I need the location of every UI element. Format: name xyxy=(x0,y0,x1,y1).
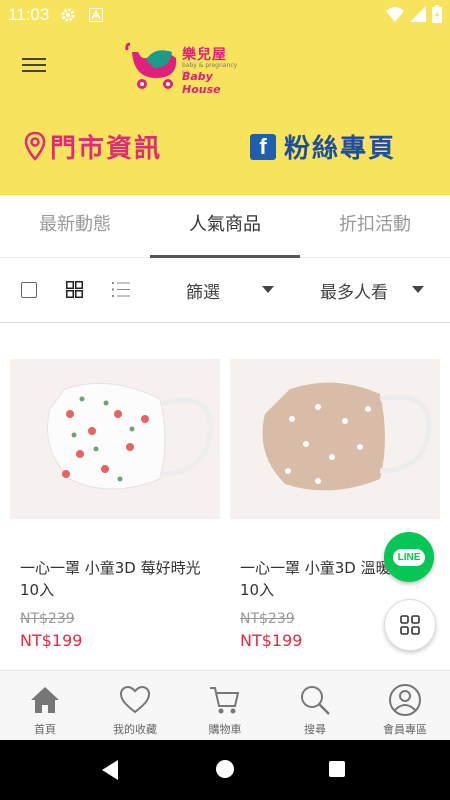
tab-latest-news[interactable]: 最新動態 xyxy=(0,195,150,257)
logo[interactable]: 樂兒屋 baby & pregnancy co. Baby House xyxy=(124,38,244,96)
nav-favorites-label: 我的收藏 xyxy=(113,723,157,736)
nav-member-label: 會員專區 xyxy=(383,723,427,736)
filter-label: 篩選 xyxy=(186,283,220,303)
settings-gear-icon xyxy=(59,6,77,24)
facebook-icon: f xyxy=(250,133,276,160)
nav-home-label: 首頁 xyxy=(34,723,56,736)
header: 樂兒屋 baby & pregnancy co. Baby House 門市資訊… xyxy=(0,30,450,195)
nav-cart-label: 購物車 xyxy=(208,723,242,736)
product-title: 一心一罩 小童3D 莓好時光 10入 xyxy=(20,559,201,599)
logo-english-name: Baby House xyxy=(182,70,221,96)
battery-icon xyxy=(432,5,442,27)
line-label: LINE xyxy=(392,548,426,566)
sort-dropdown[interactable]: 最多人看 xyxy=(320,278,430,303)
category-tabs: 最新動態 人氣商品 折扣活動 xyxy=(0,195,450,258)
list-view-icon[interactable] xyxy=(112,281,130,298)
status-bar: 11:03 xyxy=(0,0,450,30)
app-notification-icon xyxy=(87,6,105,24)
sort-caret-down-icon xyxy=(412,286,424,293)
menu-button[interactable] xyxy=(22,54,46,76)
product-toolbar: 篩選 最多人看 xyxy=(0,258,450,323)
quick-menu-button[interactable] xyxy=(384,599,436,651)
system-nav-bar xyxy=(0,740,450,800)
status-time: 11:03 xyxy=(8,5,50,24)
nav-member[interactable]: 會員專區 xyxy=(360,671,450,741)
product-price: NT$199 xyxy=(20,631,83,650)
search-icon xyxy=(301,686,330,715)
bottom-nav: 首頁 我的收藏 購物車 搜尋 會員專區 xyxy=(0,670,450,741)
product-image xyxy=(10,359,220,519)
grid-menu-icon xyxy=(400,615,420,635)
home-icon xyxy=(31,687,59,713)
wifi-icon xyxy=(386,6,404,26)
grid-view-icon[interactable] xyxy=(66,281,83,298)
nav-search-label: 搜尋 xyxy=(304,723,326,736)
nav-home[interactable]: 首頁 xyxy=(0,671,90,741)
home-circle-icon[interactable] xyxy=(216,760,234,778)
cart-icon xyxy=(210,687,240,714)
nav-search[interactable]: 搜尋 xyxy=(270,671,360,741)
heart-icon xyxy=(119,685,151,714)
logo-title: 樂兒屋 xyxy=(182,47,227,63)
fan-page-link[interactable]: f 粉絲專頁 xyxy=(250,128,396,165)
product-card[interactable]: 一心一罩 小童3D 莓好時光 10入 NT$239 NT$199 xyxy=(10,359,220,650)
product-image xyxy=(230,359,440,519)
tab-popular-products[interactable]: 人氣商品 xyxy=(150,195,300,258)
tab-discount-events[interactable]: 折扣活動 xyxy=(300,195,450,257)
recent-apps-icon[interactable] xyxy=(329,761,345,777)
product-original-price: NT$239 xyxy=(20,611,75,627)
store-info-label: 門市資訊 xyxy=(50,134,163,164)
store-info-link[interactable]: 門市資訊 xyxy=(24,128,162,165)
user-icon xyxy=(389,684,421,716)
nav-cart[interactable]: 購物車 xyxy=(180,671,270,741)
fan-page-label: 粉絲專頁 xyxy=(284,134,397,164)
product-grid: 一心一罩 小童3D 莓好時光 10入 NT$239 NT$199 一心一罩 小童… xyxy=(0,323,450,670)
line-chat-button[interactable]: LINE xyxy=(384,532,434,582)
signal-icon xyxy=(410,6,426,26)
nav-favorites[interactable]: 我的收藏 xyxy=(90,671,180,741)
back-icon[interactable] xyxy=(100,759,120,781)
filter-caret-down-icon xyxy=(262,286,274,293)
filter-dropdown[interactable]: 篩選 xyxy=(186,278,276,303)
select-all-checkbox[interactable] xyxy=(21,282,37,298)
stroller-logo-icon xyxy=(125,42,177,89)
sort-label: 最多人看 xyxy=(320,283,388,303)
location-pin-icon xyxy=(24,131,46,161)
